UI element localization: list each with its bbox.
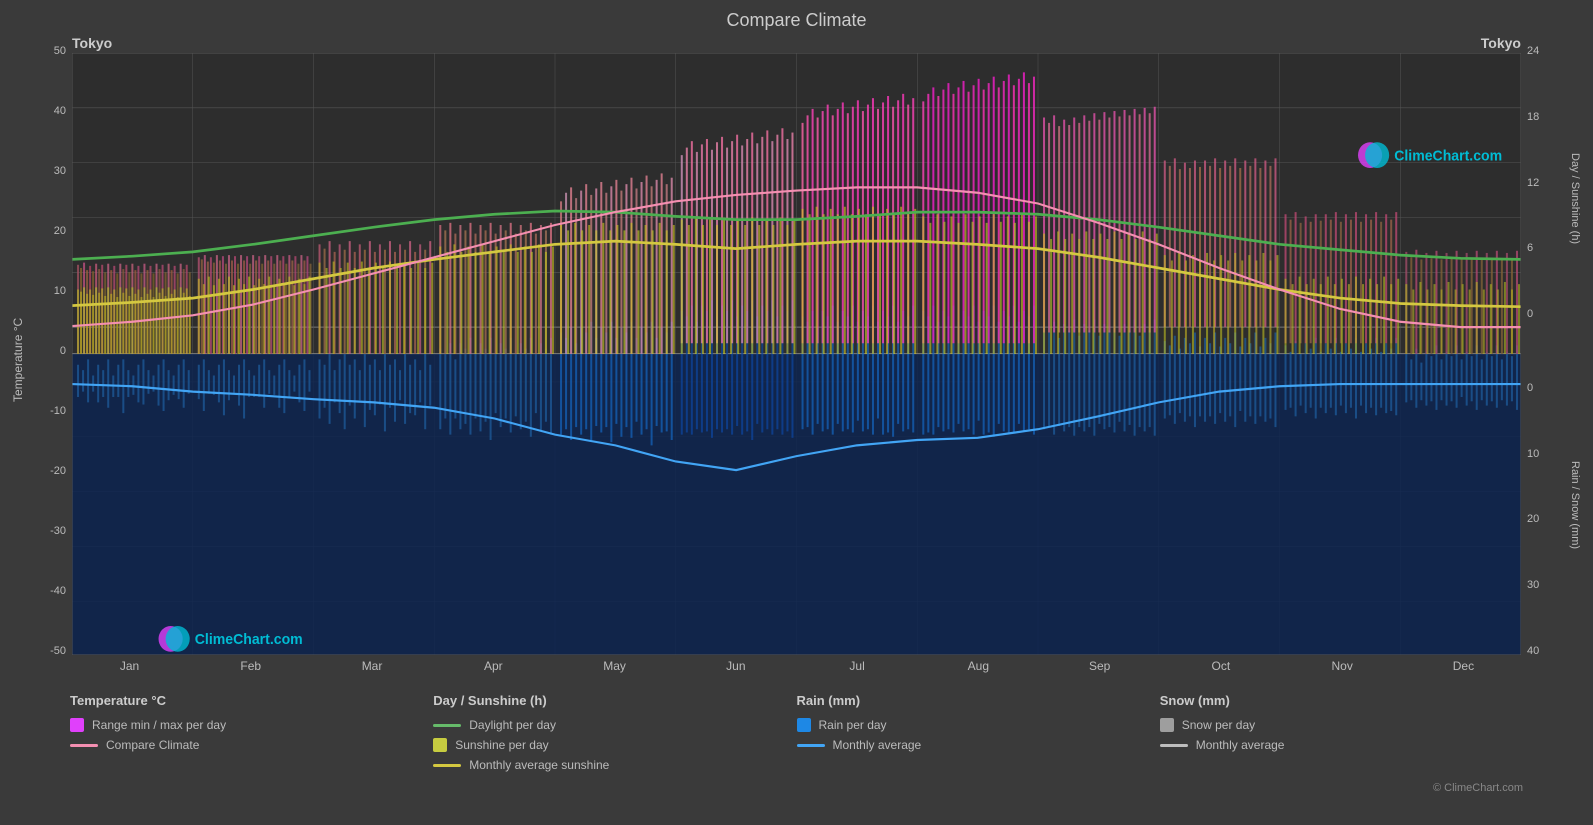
y-axis-left-label: Temperature °C [8, 45, 28, 675]
y-axis-left: 5040302010 0-10-20-30-40-50 [28, 35, 72, 675]
copyright: © ClimeChart.com [0, 782, 1593, 798]
page-title: Compare Climate [0, 0, 1593, 35]
legend-line-temp-avg [70, 744, 98, 747]
legend-item-sunshine: Sunshine per day [433, 738, 796, 752]
legend-item-rain-avg: Monthly average [797, 738, 1160, 752]
legend-group-sunshine: Day / Sunshine (h) Daylight per day Suns… [433, 693, 796, 772]
legend-line-rain-avg [797, 744, 825, 747]
city-right-label: Tokyo [1481, 35, 1521, 51]
legend-item-temp-range: Range min / max per day [70, 718, 433, 732]
legend: Temperature °C Range min / max per day C… [0, 675, 1593, 782]
legend-item-daylight: Daylight per day [433, 718, 796, 732]
x-axis: Jan Feb Mar Apr May Jun Jul Aug Sep Oct … [72, 655, 1521, 675]
chart-area: ClimeChart.com ClimeChart.com [72, 53, 1521, 655]
y-axis-right-labels: Day / Sunshine (h) Rain / Snow (mm) [1565, 35, 1585, 675]
legend-group-temperature: Temperature °C Range min / max per day C… [70, 693, 433, 772]
y-axis-right-top: 24181260 010203040 [1521, 35, 1565, 675]
city-labels: Tokyo Tokyo [72, 35, 1521, 53]
legend-line-snow-avg [1160, 744, 1188, 747]
legend-line-sunshine-avg [433, 764, 461, 767]
legend-box-snow [1160, 718, 1174, 732]
legend-group-snow: Snow (mm) Snow per day Monthly average [1160, 693, 1523, 772]
legend-item-snow: Snow per day [1160, 718, 1523, 732]
legend-item-snow-avg: Monthly average [1160, 738, 1523, 752]
legend-group-rain: Rain (mm) Rain per day Monthly average [797, 693, 1160, 772]
svg-text:ClimeChart.com: ClimeChart.com [195, 632, 303, 649]
legend-item-rain: Rain per day [797, 718, 1160, 732]
legend-group-sunshine-title: Day / Sunshine (h) [433, 693, 796, 708]
legend-item-temp-avg: Compare Climate [70, 738, 433, 752]
legend-group-snow-title: Snow (mm) [1160, 693, 1523, 708]
legend-line-daylight [433, 724, 461, 727]
legend-box-sunshine [433, 738, 447, 752]
legend-box-rain [797, 718, 811, 732]
city-left-label: Tokyo [72, 35, 112, 51]
legend-item-sunshine-avg: Monthly average sunshine [433, 758, 796, 772]
legend-group-rain-title: Rain (mm) [797, 693, 1160, 708]
legend-group-temperature-title: Temperature °C [70, 693, 433, 708]
svg-text:ClimeChart.com: ClimeChart.com [1394, 148, 1502, 165]
legend-box-temp-range [70, 718, 84, 732]
